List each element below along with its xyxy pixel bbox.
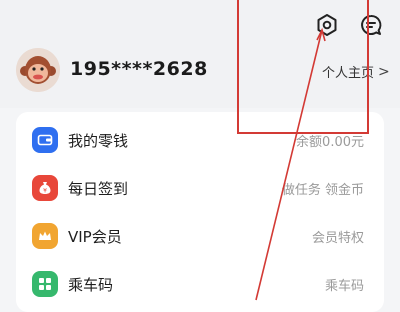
wallet-icon — [32, 127, 58, 153]
crown-icon — [32, 223, 58, 249]
avatar[interactable] — [16, 48, 60, 92]
menu-item-detail: 会员特权 — [311, 230, 364, 246]
gear-icon — [317, 14, 337, 36]
menu-item-detail: 乘车码 — [324, 278, 364, 294]
messages-button[interactable] — [356, 10, 386, 40]
menu-card: 我的零钱 余额0.00元 ¥ 每日签到 做任务 领金币 VIP会员 会员特权 乘… — [16, 112, 384, 312]
menu-item-detail: 做任务 领金币 — [281, 182, 364, 198]
money-bag-icon: ¥ — [32, 175, 58, 201]
settings-button[interactable] — [312, 10, 342, 40]
menu-item-label: 我的零钱 — [68, 131, 129, 150]
menu-item-vip[interactable]: VIP会员 会员特权 — [16, 212, 384, 260]
grid-code-icon — [32, 271, 58, 297]
profile-link[interactable]: 个人主页 > — [322, 62, 390, 82]
menu-item-transit-code[interactable]: 乘车码 乘车码 — [16, 260, 384, 308]
menu-item-label: 乘车码 — [68, 275, 114, 294]
chevron-right-icon: > — [378, 63, 390, 80]
profile-header: 195****2628 个人主页 > — [0, 0, 400, 108]
menu-item-checkin[interactable]: ¥ 每日签到 做任务 领金币 — [16, 164, 384, 212]
menu-item-label: VIP会员 — [68, 227, 122, 246]
menu-item-wallet[interactable]: 我的零钱 余额0.00元 — [16, 116, 384, 164]
profile-link-label: 个人主页 — [322, 66, 375, 81]
chat-message-icon — [361, 15, 382, 35]
menu-item-detail: 余额0.00元 — [296, 134, 364, 150]
user-phone-number: 195****2628 — [70, 58, 208, 80]
menu-item-label: 每日签到 — [68, 179, 129, 198]
monkey-avatar-icon — [16, 48, 60, 92]
svg-text:¥: ¥ — [43, 188, 47, 195]
